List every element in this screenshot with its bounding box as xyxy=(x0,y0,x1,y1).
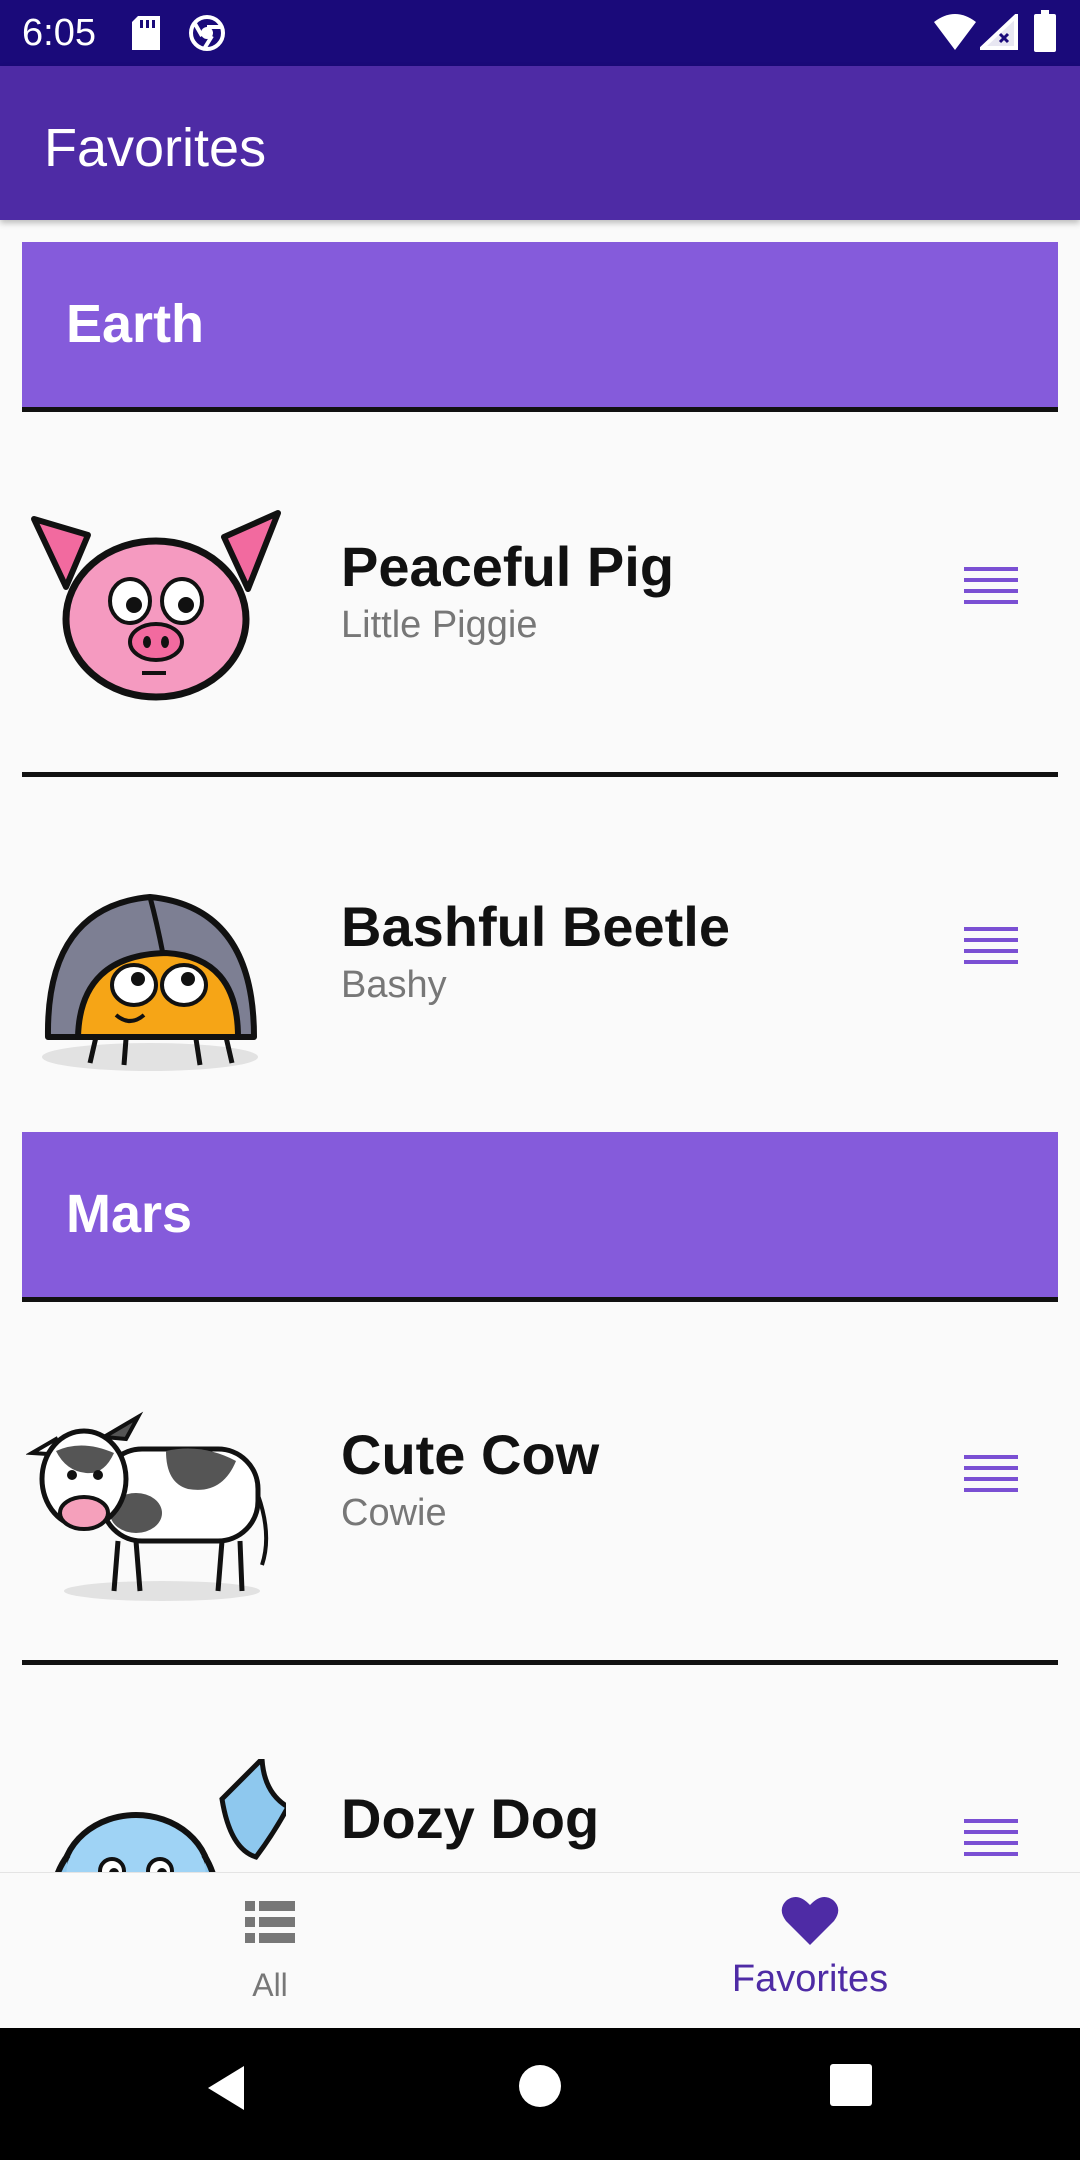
bottom-navigation: All Favorites xyxy=(0,1872,1080,2028)
nav-label: All xyxy=(252,1967,288,2003)
list-item[interactable]: Cute Cow Cowie xyxy=(0,1305,1080,1665)
drag-handle-icon[interactable] xyxy=(964,1819,1018,1863)
section-title: Earth xyxy=(66,294,205,354)
system-navigation-bar xyxy=(0,2028,1080,2160)
nav-item-favorites[interactable]: Favorites xyxy=(540,1873,1080,2029)
dog-illustration xyxy=(55,1759,286,1872)
pig-illustration xyxy=(31,510,281,701)
section-header-earth: Earth xyxy=(22,242,1058,412)
cow-illustration xyxy=(26,1411,269,1601)
item-name: Bashful Beetle xyxy=(341,895,730,958)
nav-item-all[interactable]: All xyxy=(0,1873,540,2029)
page-title: Favorites xyxy=(44,118,267,178)
battery-icon xyxy=(1034,10,1056,52)
list-icon xyxy=(245,1901,295,1943)
list-item[interactable]: Peaceful Pig Little Piggie xyxy=(0,417,1080,777)
recents-icon[interactable] xyxy=(830,2064,872,2106)
item-name: Peaceful Pig xyxy=(341,535,675,598)
back-icon[interactable] xyxy=(204,2064,248,2112)
heart-icon xyxy=(781,1896,839,1945)
section-title: Mars xyxy=(66,1184,193,1244)
nav-label: Favorites xyxy=(731,1958,889,2000)
drag-handle-icon[interactable] xyxy=(964,567,1018,611)
wifi-icon xyxy=(934,14,976,50)
list-item[interactable]: Dozy Dog xyxy=(0,1669,1080,1872)
beetle-illustration xyxy=(42,894,258,1071)
item-nickname: Bashy xyxy=(341,964,447,1006)
status-time: 6:05 xyxy=(22,12,96,54)
item-name: Dozy Dog xyxy=(341,1787,600,1850)
item-nickname: Little Piggie xyxy=(341,604,538,646)
drag-handle-icon[interactable] xyxy=(964,1455,1018,1499)
status-bar: 6:05 xyxy=(0,0,1080,66)
list-item[interactable]: Bashful Beetle Bashy xyxy=(0,777,1080,1137)
drag-handle-icon[interactable] xyxy=(964,927,1018,971)
app-bar: Favorites xyxy=(0,66,1080,220)
section-header-mars: Mars xyxy=(22,1132,1058,1302)
chrome-icon xyxy=(189,15,225,51)
item-name: Cute Cow xyxy=(341,1423,600,1486)
item-nickname: Cowie xyxy=(341,1492,447,1534)
sd-card-icon xyxy=(132,16,160,50)
home-icon[interactable] xyxy=(518,2064,562,2108)
favorites-list[interactable]: Earth Peaceful Pig Little Piggie Bashful… xyxy=(0,220,1080,1872)
signal-icon xyxy=(980,14,1018,50)
